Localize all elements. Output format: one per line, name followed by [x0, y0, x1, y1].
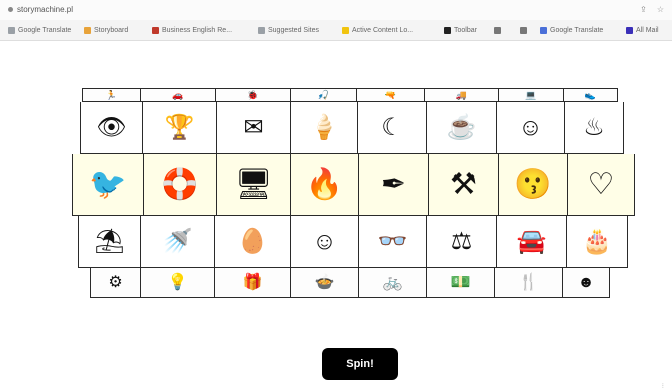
crescent-moon-icon: ☾ [357, 102, 426, 154]
laptop-icon: 💻 [498, 88, 563, 102]
eye-icon: 👁 [80, 102, 142, 154]
spin-button[interactable]: Spin! [322, 348, 398, 380]
tools-icon: ⚒ [428, 154, 498, 216]
washing-icon: ♨ [564, 102, 624, 154]
fishing-icon: 🎣 [290, 88, 356, 102]
bicycle-icon: 🚲 [358, 268, 426, 298]
truck-icon: 🚚 [424, 88, 498, 102]
egg-icon: 🥚 [214, 216, 290, 268]
lightbulb-icon: 💡 [140, 268, 214, 298]
heart-icon: ♡ [567, 154, 635, 216]
running-person-icon: 🏃 [82, 88, 140, 102]
shoe-icon: 👟 [563, 88, 618, 102]
glasses-icon: 👓 [358, 216, 426, 268]
scales-icon: ⚖ [426, 216, 496, 268]
ice-cream-icon: 🍦 [290, 102, 357, 154]
trophy-icon: 🏆 [142, 102, 216, 154]
kiwi-bird-icon: 🐦 [72, 154, 143, 216]
slot-machine: 🏃 🚗 🐞 🎣 🔫 🚚 💻 👟 👁 🏆 ✉ 🍦 ☾ ☕ ☺ ♨ 🐦 🛟 🖥 🔥 ✒ ⚒ 😗 ♡ ⛱ 🚿 🥚 ☺ 👓 ⚖ 🚘 🎂 ⚙ 💡 🎁 🍲 🚲 💵 🍴 ☻ [0, 0, 672, 392]
gifts-icon: 🎁 [214, 268, 290, 298]
pen-icon: ✒ [358, 154, 428, 216]
smiley-icon: ☺ [496, 102, 564, 154]
envelope-icon: ✉ [216, 102, 290, 154]
money-icon: 💵 [426, 268, 494, 298]
car-icon: 🚘 [496, 216, 566, 268]
fire-icon: 🔥 [290, 154, 358, 216]
shower-icon: 🚿 [140, 216, 214, 268]
rifle-icon: 🔫 [356, 88, 424, 102]
beach-umbrella-icon: ⛱ [78, 216, 140, 268]
life-ring-icon: 🛟 [143, 154, 216, 216]
coffee-cup-icon: ☕ [426, 102, 496, 154]
emoji-icon: ☻ [562, 268, 610, 298]
monitor-icon: 🖥 [216, 154, 290, 216]
birthday-cake-icon: 🎂 [566, 216, 628, 268]
cutlery-icon: 🍴 [494, 268, 562, 298]
bugs-icon: 🐞 [215, 88, 290, 102]
whistle-face-icon: 😗 [498, 154, 567, 216]
car-icon: 🚗 [140, 88, 215, 102]
bowl-icon: 🍲 [290, 268, 358, 298]
corner-watermark: ⁝ [661, 383, 664, 390]
smiley-icon: ☺ [290, 216, 358, 268]
gear-icon: ⚙ [90, 268, 140, 298]
